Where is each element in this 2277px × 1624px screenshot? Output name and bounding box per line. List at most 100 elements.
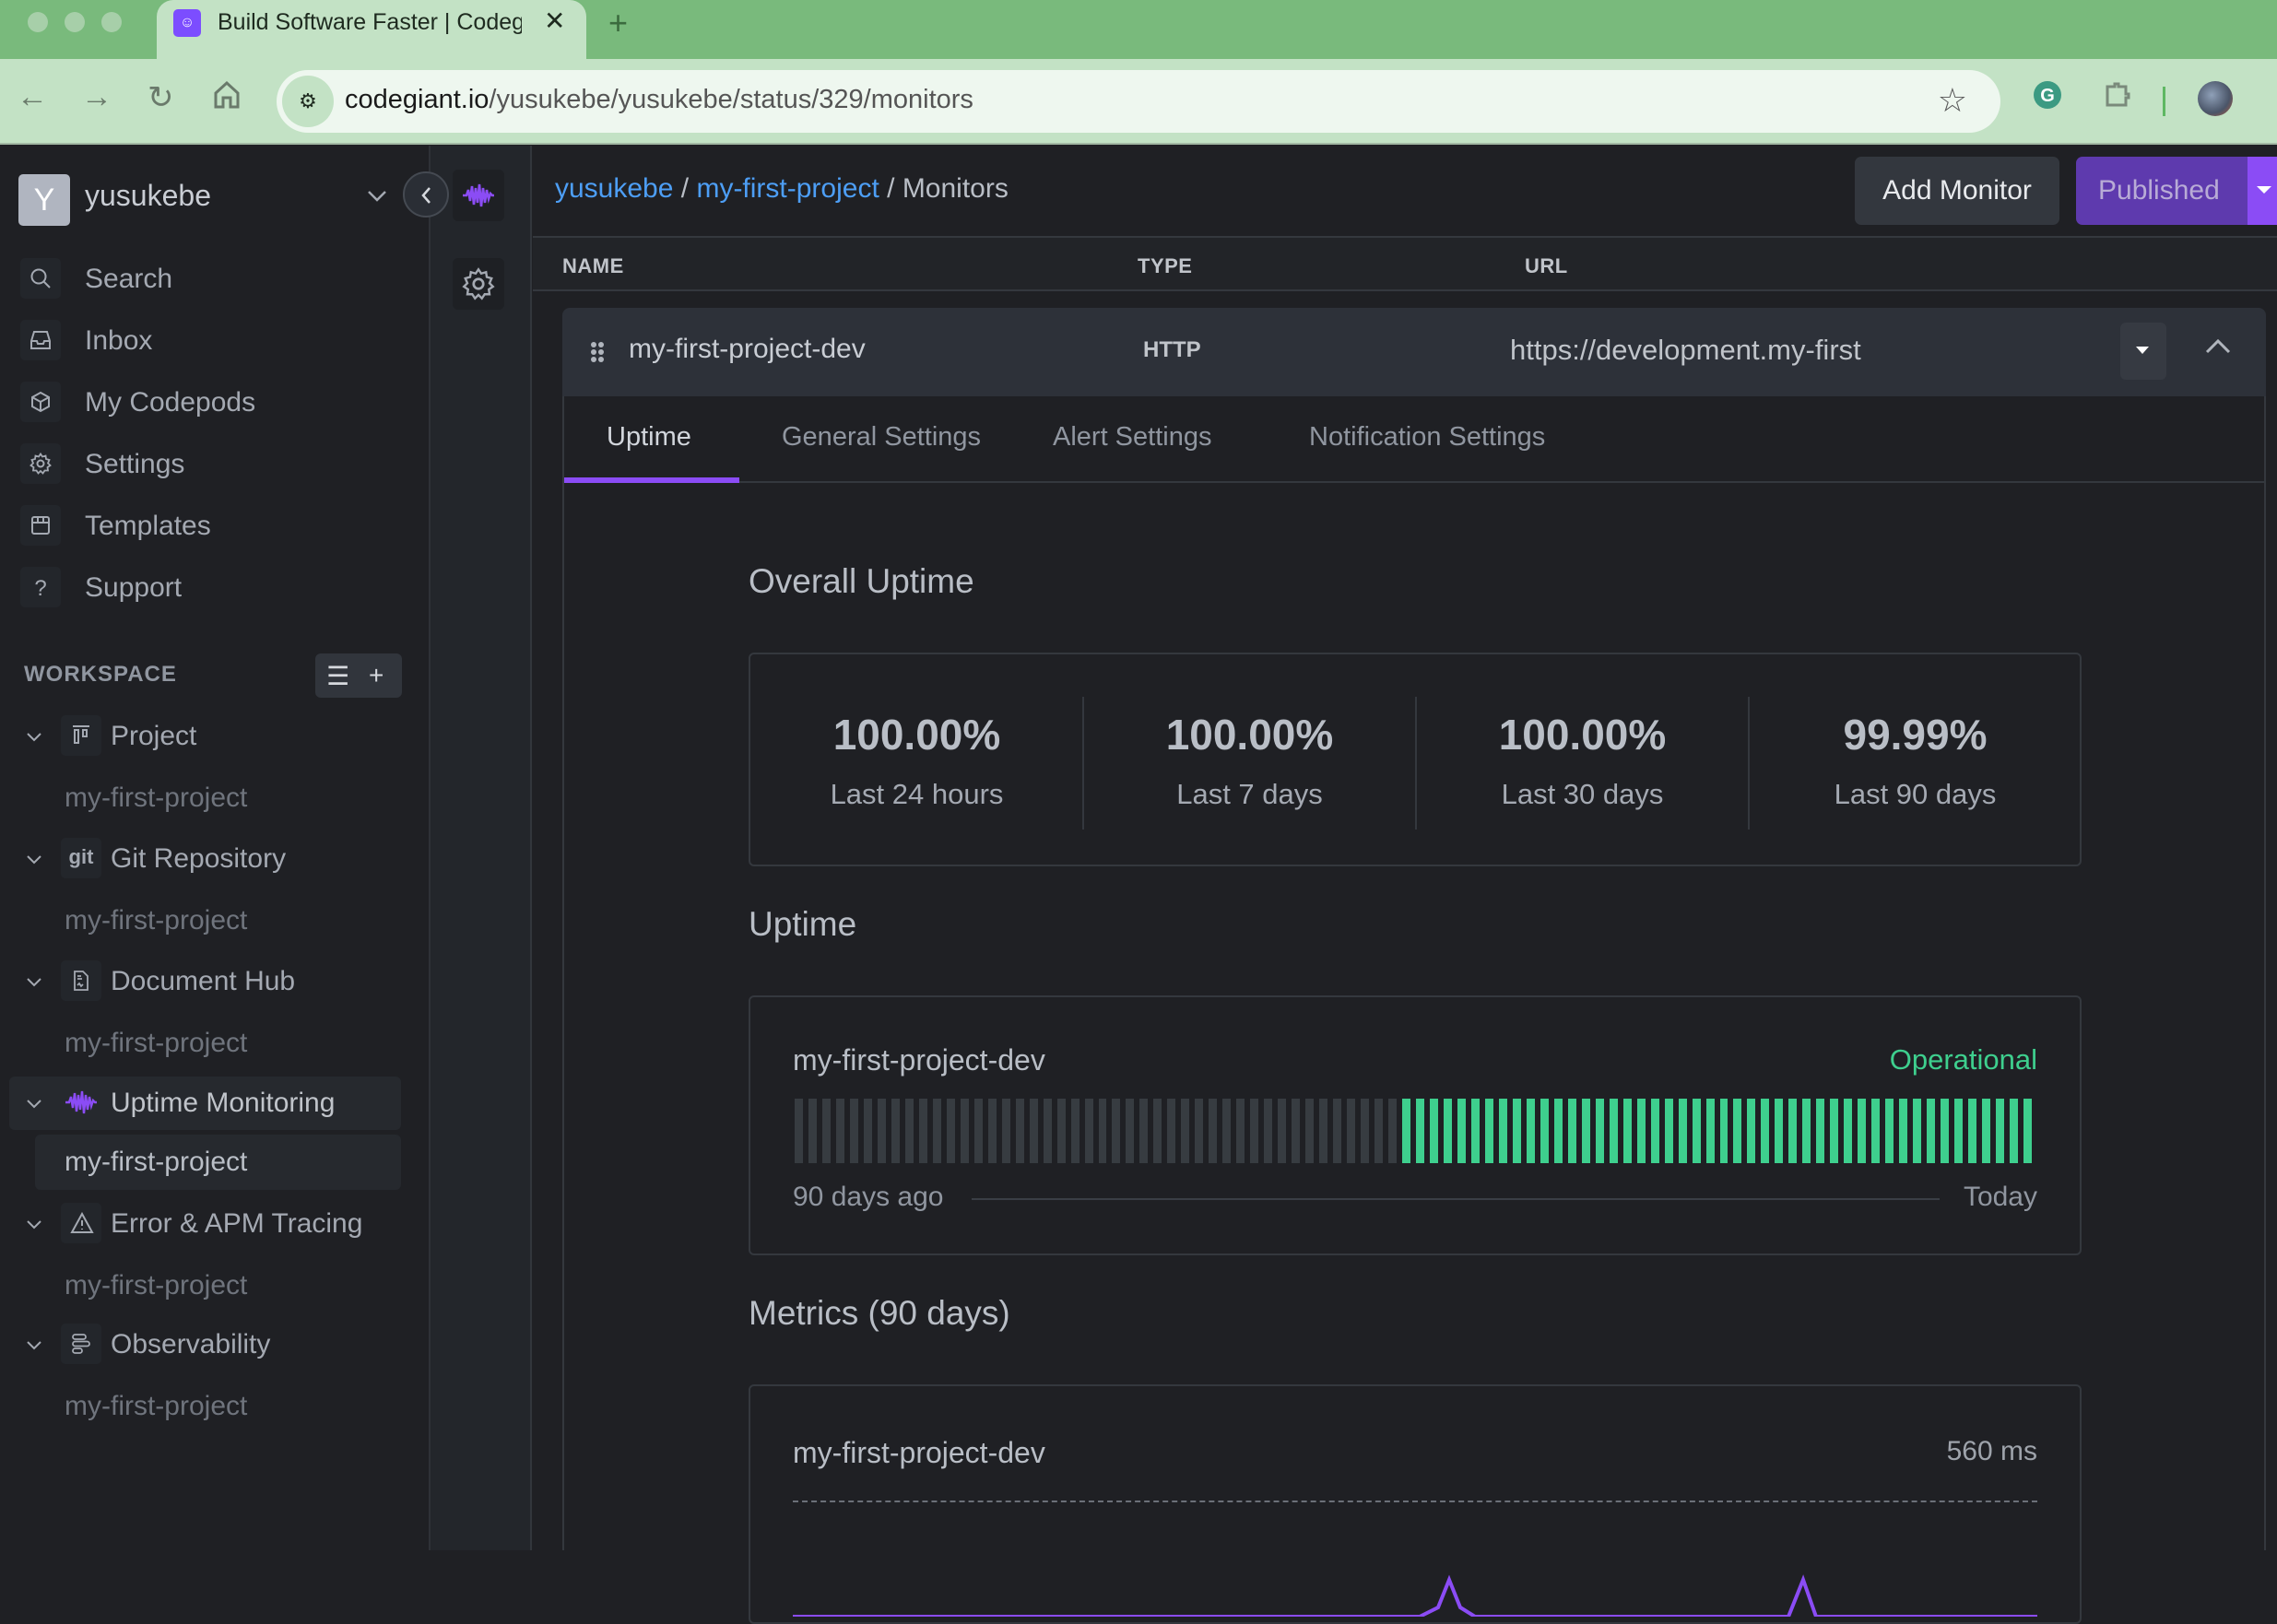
uptime-bar-no-data[interactable] [1084, 1099, 1093, 1163]
tab-alert-settings[interactable]: Alert Settings [1053, 422, 1211, 453]
chevron-down-icon[interactable] [24, 1093, 44, 1113]
uptime-bar-up[interactable] [1540, 1099, 1549, 1163]
breadcrumb-link-workspace[interactable]: yusukebe [555, 173, 673, 204]
uptime-bar-no-data[interactable] [1126, 1099, 1135, 1163]
uptime-bar-no-data[interactable] [1388, 1099, 1398, 1163]
uptime-bar-no-data[interactable] [1250, 1099, 1259, 1163]
uptime-bar-no-data[interactable] [1029, 1099, 1038, 1163]
home-icon[interactable] [212, 79, 242, 119]
bookmark-star-icon[interactable]: ☆ [1938, 81, 1967, 120]
list-view-icon[interactable]: ☰ [326, 661, 349, 691]
uptime-bar-up[interactable] [1941, 1099, 1950, 1163]
window-close-button[interactable] [28, 12, 48, 32]
chevron-down-icon[interactable] [24, 971, 44, 992]
tree-child-item-active[interactable]: my-first-project [35, 1135, 401, 1190]
uptime-bar-up[interactable] [1954, 1099, 1964, 1163]
site-info-icon[interactable]: ⚙ [282, 76, 334, 127]
tab-notification-settings[interactable]: Notification Settings [1309, 422, 1545, 453]
tree-group-document-hub[interactable]: Document Hub [9, 955, 401, 1008]
extensions-puzzle-icon[interactable] [2102, 79, 2133, 111]
uptime-bar-no-data[interactable] [1001, 1099, 1010, 1163]
uptime-bar-up[interactable] [1802, 1099, 1811, 1163]
uptime-bar-up[interactable] [1402, 1099, 1410, 1163]
uptime-bar-up[interactable] [1484, 1099, 1493, 1163]
uptime-bar-no-data[interactable] [1209, 1099, 1218, 1163]
uptime-bar-up[interactable] [1498, 1099, 1507, 1163]
uptime-bar-no-data[interactable] [1374, 1099, 1384, 1163]
tree-group-project[interactable]: Project [9, 710, 401, 763]
uptime-bar-up[interactable] [1636, 1099, 1646, 1163]
uptime-bar-no-data[interactable] [946, 1099, 955, 1163]
uptime-bar-up[interactable] [1733, 1099, 1742, 1163]
uptime-bar-no-data[interactable] [918, 1099, 927, 1163]
uptime-bar-no-data[interactable] [973, 1099, 983, 1163]
tab-general-settings[interactable]: General Settings [782, 422, 981, 453]
chevron-down-icon[interactable] [364, 182, 390, 208]
uptime-bar-up[interactable] [1650, 1099, 1659, 1163]
uptime-bar-no-data[interactable] [1112, 1099, 1121, 1163]
rail-settings-button[interactable] [453, 258, 504, 310]
published-dropdown-caret-icon[interactable] [2248, 157, 2277, 225]
back-icon[interactable]: ← [17, 79, 48, 115]
sidebar-item-support[interactable]: ? Support [20, 567, 407, 611]
sidebar-item-settings[interactable]: Settings [20, 443, 407, 488]
add-monitor-button[interactable]: Add Monitor [1855, 157, 2059, 225]
workspace-name[interactable]: yusukebe [85, 179, 211, 213]
tree-child-item[interactable]: my-first-project [35, 1379, 401, 1434]
uptime-bar-up[interactable] [1968, 1099, 1977, 1163]
uptime-bar-up[interactable] [1871, 1099, 1881, 1163]
uptime-bar-up[interactable] [1595, 1099, 1604, 1163]
collapse-sidebar-button[interactable] [403, 171, 449, 218]
uptime-bar-no-data[interactable] [1292, 1099, 1301, 1163]
uptime-bar-up[interactable] [1830, 1099, 1839, 1163]
uptime-bar-no-data[interactable] [1264, 1099, 1273, 1163]
uptime-bar-no-data[interactable] [1195, 1099, 1204, 1163]
tree-child-item[interactable]: my-first-project [35, 771, 401, 826]
uptime-bar-up[interactable] [1664, 1099, 1673, 1163]
window-zoom-button[interactable] [101, 12, 122, 32]
chevron-down-icon[interactable] [24, 726, 44, 747]
sidebar-item-my-codepods[interactable]: My Codepods [20, 382, 407, 426]
browser-tab[interactable]: ☺ Build Software Faster | Codeg ✕ [157, 0, 586, 59]
uptime-bar-up[interactable] [1885, 1099, 1894, 1163]
uptime-bar-no-data[interactable] [877, 1099, 886, 1163]
uptime-bar-no-data[interactable] [1222, 1099, 1232, 1163]
uptime-bar-up[interactable] [1844, 1099, 1853, 1163]
tree-child-item[interactable]: my-first-project [35, 893, 401, 948]
forward-icon[interactable]: → [81, 79, 112, 115]
uptime-bar-up[interactable] [1622, 1099, 1632, 1163]
uptime-bar-up[interactable] [1775, 1099, 1784, 1163]
tab-uptime[interactable]: Uptime [607, 422, 691, 453]
table-row[interactable]: my-first-project-dev HTTP https://develo… [562, 308, 2266, 396]
uptime-bar-up[interactable] [1416, 1099, 1424, 1163]
sidebar-item-search[interactable]: Search [20, 258, 407, 302]
uptime-bar-no-data[interactable] [863, 1099, 872, 1163]
uptime-bar-no-data[interactable] [1278, 1099, 1287, 1163]
uptime-bar-no-data[interactable] [1236, 1099, 1245, 1163]
uptime-bar-up[interactable] [2010, 1099, 2019, 1163]
add-icon[interactable]: + [369, 661, 383, 690]
uptime-bar-up[interactable] [1526, 1099, 1535, 1163]
uptime-bar-up[interactable] [1899, 1099, 1908, 1163]
chevron-down-icon[interactable] [24, 849, 44, 869]
tree-child-item[interactable]: my-first-project [35, 1258, 401, 1313]
uptime-bar-up[interactable] [1457, 1099, 1466, 1163]
uptime-bar-no-data[interactable] [1319, 1099, 1328, 1163]
uptime-bar-up[interactable] [1705, 1099, 1715, 1163]
uptime-bar-no-data[interactable] [1070, 1099, 1080, 1163]
uptime-bar-up[interactable] [1553, 1099, 1563, 1163]
sidebar-item-templates[interactable]: Templates [20, 505, 407, 549]
drag-handle-icon[interactable] [590, 341, 605, 363]
uptime-bar-up[interactable] [1581, 1099, 1590, 1163]
address-bar[interactable]: ⚙ codegiant.io/yusukebe/yusukebe/status/… [277, 70, 2000, 133]
chevron-down-icon[interactable] [24, 1214, 44, 1234]
uptime-bar-up[interactable] [1982, 1099, 1991, 1163]
uptime-bar-up[interactable] [1429, 1099, 1438, 1163]
uptime-bar-up[interactable] [2023, 1099, 2032, 1163]
uptime-bar-no-data[interactable] [808, 1099, 817, 1163]
tree-child-item[interactable]: my-first-project [35, 1016, 401, 1071]
uptime-bar-up[interactable] [1512, 1099, 1521, 1163]
uptime-bar-no-data[interactable] [1153, 1099, 1162, 1163]
uptime-bar-no-data[interactable] [1043, 1099, 1052, 1163]
uptime-bar-no-data[interactable] [987, 1099, 997, 1163]
